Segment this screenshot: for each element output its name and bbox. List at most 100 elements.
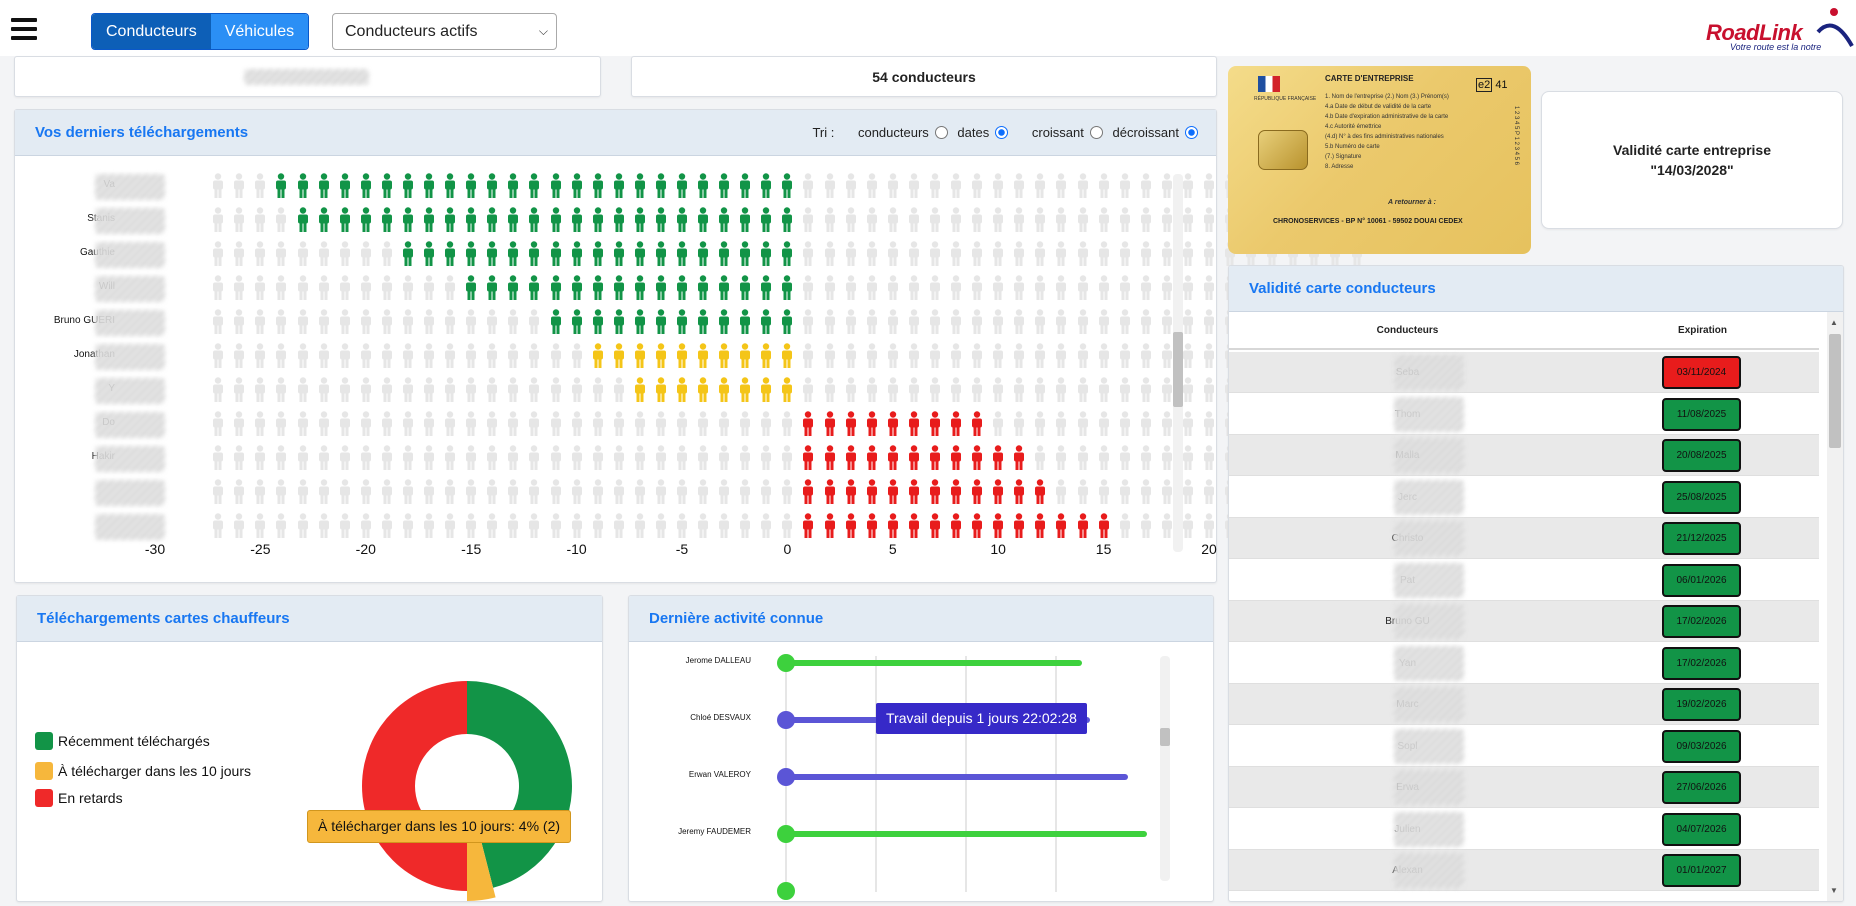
- download-day-marker[interactable]: [676, 173, 688, 199]
- download-day-marker[interactable]: [571, 241, 583, 267]
- download-day-marker[interactable]: [992, 513, 1004, 539]
- downloads-scroll-thumb[interactable]: [1173, 332, 1183, 407]
- driver-cards-scrollbar[interactable]: ▲ ▼: [1827, 312, 1843, 901]
- download-day-marker[interactable]: [423, 173, 435, 199]
- download-day-marker[interactable]: [507, 173, 519, 199]
- download-day-marker[interactable]: [655, 241, 667, 267]
- sort-desc-radio[interactable]: [1185, 126, 1198, 139]
- download-day-marker[interactable]: [486, 173, 498, 199]
- download-day-marker[interactable]: [845, 513, 857, 539]
- activity-start-marker[interactable]: [777, 711, 795, 729]
- download-day-marker[interactable]: [423, 207, 435, 233]
- download-day-marker[interactable]: [718, 173, 730, 199]
- col-driver-header[interactable]: Conducteurs: [1229, 312, 1586, 348]
- download-day-marker[interactable]: [718, 343, 730, 369]
- download-day-marker[interactable]: [824, 479, 836, 505]
- download-day-marker[interactable]: [739, 241, 751, 267]
- download-day-marker[interactable]: [444, 241, 456, 267]
- download-day-marker[interactable]: [971, 411, 983, 437]
- download-day-marker[interactable]: [613, 173, 625, 199]
- download-day-marker[interactable]: [381, 173, 393, 199]
- driver-card-row[interactable]: Pat06/01/2026: [1229, 559, 1819, 601]
- download-day-marker[interactable]: [550, 173, 562, 199]
- download-day-marker[interactable]: [676, 343, 688, 369]
- driver-filter-select[interactable]: Conducteurs actifs ⌵: [332, 13, 557, 50]
- download-day-marker[interactable]: [697, 377, 709, 403]
- download-day-marker[interactable]: [781, 275, 793, 301]
- download-day-marker[interactable]: [613, 343, 625, 369]
- download-day-marker[interactable]: [908, 479, 920, 505]
- sort-dates-radio[interactable]: [995, 126, 1009, 139]
- download-day-marker[interactable]: [528, 207, 540, 233]
- activity-start-marker[interactable]: [777, 882, 795, 900]
- download-day-marker[interactable]: [360, 173, 372, 199]
- driver-card-row[interactable]: Sopl09/03/2026: [1229, 725, 1819, 767]
- activity-scroll-thumb[interactable]: [1160, 728, 1170, 746]
- download-day-marker[interactable]: [402, 241, 414, 267]
- download-day-marker[interactable]: [781, 309, 793, 335]
- download-day-marker[interactable]: [845, 479, 857, 505]
- download-day-marker[interactable]: [718, 309, 730, 335]
- legend-late[interactable]: En retards: [35, 789, 123, 807]
- download-day-marker[interactable]: [887, 513, 899, 539]
- download-day-marker[interactable]: [950, 479, 962, 505]
- driver-cards-scroll-thumb[interactable]: [1829, 334, 1841, 448]
- download-day-marker[interactable]: [802, 445, 814, 471]
- download-day-marker[interactable]: [613, 207, 625, 233]
- download-day-marker[interactable]: [507, 275, 519, 301]
- scroll-down-icon[interactable]: ▼: [1830, 886, 1838, 895]
- downloads-scrollbar[interactable]: [1173, 174, 1183, 552]
- download-day-marker[interactable]: [592, 241, 604, 267]
- download-day-marker[interactable]: [760, 377, 772, 403]
- download-day-marker[interactable]: [992, 479, 1004, 505]
- download-day-marker[interactable]: [592, 207, 604, 233]
- download-day-marker[interactable]: [866, 445, 878, 471]
- download-day-marker[interactable]: [676, 309, 688, 335]
- activity-start-marker[interactable]: [777, 768, 795, 786]
- drivers-toggle-button[interactable]: Conducteurs: [92, 14, 211, 49]
- download-day-marker[interactable]: [845, 445, 857, 471]
- download-day-marker[interactable]: [1034, 479, 1046, 505]
- download-day-marker[interactable]: [634, 309, 646, 335]
- download-day-marker[interactable]: [486, 275, 498, 301]
- download-day-marker[interactable]: [718, 241, 730, 267]
- download-day-marker[interactable]: [634, 241, 646, 267]
- download-day-marker[interactable]: [908, 411, 920, 437]
- download-day-marker[interactable]: [571, 173, 583, 199]
- download-day-marker[interactable]: [992, 445, 1004, 471]
- download-day-marker[interactable]: [739, 207, 751, 233]
- activity-scrollbar[interactable]: [1160, 656, 1170, 881]
- download-day-marker[interactable]: [634, 207, 646, 233]
- download-day-marker[interactable]: [697, 309, 709, 335]
- download-day-marker[interactable]: [592, 275, 604, 301]
- download-day-marker[interactable]: [634, 275, 646, 301]
- download-day-marker[interactable]: [760, 275, 772, 301]
- download-day-marker[interactable]: [465, 173, 477, 199]
- download-day-marker[interactable]: [739, 309, 751, 335]
- download-day-marker[interactable]: [550, 207, 562, 233]
- download-day-marker[interactable]: [971, 445, 983, 471]
- download-day-marker[interactable]: [297, 173, 309, 199]
- download-day-marker[interactable]: [866, 411, 878, 437]
- download-day-marker[interactable]: [1098, 513, 1110, 539]
- driver-card-row[interactable]: Marc19/02/2026: [1229, 684, 1819, 725]
- download-day-marker[interactable]: [781, 377, 793, 403]
- download-day-marker[interactable]: [486, 241, 498, 267]
- download-day-marker[interactable]: [887, 411, 899, 437]
- activity-start-marker[interactable]: [777, 825, 795, 843]
- download-day-marker[interactable]: [950, 411, 962, 437]
- driver-card-row[interactable]: Jerc25/08/2025: [1229, 476, 1819, 518]
- sort-drivers-radio[interactable]: [934, 126, 948, 139]
- download-day-marker[interactable]: [1013, 445, 1025, 471]
- download-day-marker[interactable]: [866, 479, 878, 505]
- download-day-marker[interactable]: [528, 275, 540, 301]
- download-day-marker[interactable]: [718, 207, 730, 233]
- download-day-marker[interactable]: [760, 309, 772, 335]
- download-day-marker[interactable]: [697, 275, 709, 301]
- download-day-marker[interactable]: [802, 411, 814, 437]
- driver-card-row[interactable]: Bruno GU17/02/2026: [1229, 601, 1819, 642]
- download-day-marker[interactable]: [1077, 513, 1089, 539]
- download-day-marker[interactable]: [297, 207, 309, 233]
- download-day-marker[interactable]: [655, 275, 667, 301]
- download-day-marker[interactable]: [275, 173, 287, 199]
